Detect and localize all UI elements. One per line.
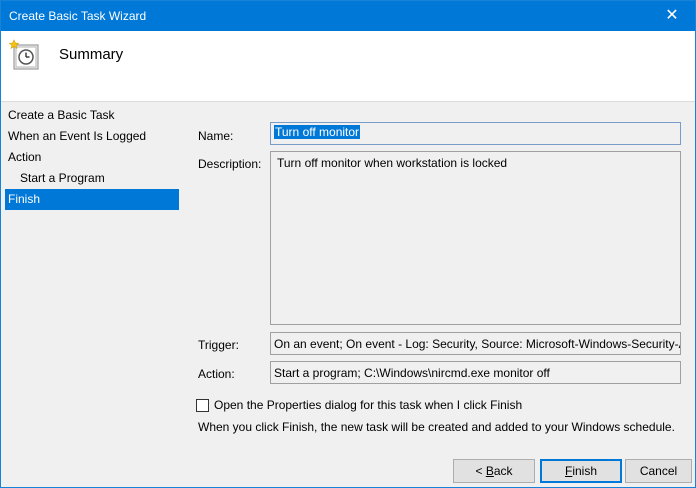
page-title: Summary [59, 46, 124, 63]
scheduled-task-clock-icon [9, 39, 39, 70]
open-properties-label[interactable]: Open the Properties dialog for this task… [214, 398, 522, 412]
back-button[interactable]: < Back [453, 459, 535, 483]
back-button-accesskey: B [485, 464, 494, 478]
action-field[interactable]: Start a program; C:\Windows\nircmd.exe m… [270, 361, 681, 384]
title-bar[interactable]: Create Basic Task Wizard ✕ [1, 1, 695, 31]
cancel-button[interactable]: Cancel [625, 459, 692, 483]
description-label: Description: [198, 157, 262, 171]
nav-step-action[interactable]: Action [5, 147, 179, 168]
wizard-steps-nav: Create a Basic Task When an Event Is Log… [5, 105, 179, 210]
back-button-label: ack [493, 464, 513, 478]
action-label: Action: [198, 367, 235, 381]
finish-note: When you click Finish, the new task will… [198, 420, 675, 434]
window-title: Create Basic Task Wizard [9, 9, 147, 23]
back-button-prefix: < [475, 464, 486, 478]
name-field[interactable]: Turn off monitor [270, 122, 681, 145]
nav-step-when-event-logged[interactable]: When an Event Is Logged [5, 126, 179, 147]
nav-step-create-basic-task[interactable]: Create a Basic Task [5, 105, 179, 126]
trigger-field[interactable]: On an event; On event - Log: Security, S… [270, 332, 681, 355]
name-label: Name: [198, 129, 234, 143]
finish-button-label: inish [572, 464, 598, 478]
finish-button[interactable]: Finish [540, 459, 622, 483]
name-value: Turn off monitor [274, 125, 361, 139]
description-field[interactable]: Turn off monitor when workstation is loc… [270, 151, 681, 325]
close-icon[interactable]: ✕ [649, 1, 695, 31]
trigger-label: Trigger: [198, 338, 239, 352]
nav-step-finish[interactable]: Finish [5, 189, 179, 210]
wizard-window: Create Basic Task Wizard ✕ Summary Creat… [0, 0, 696, 488]
nav-step-start-program[interactable]: Start a Program [5, 168, 179, 189]
wizard-header: Summary [1, 31, 695, 102]
open-properties-checkbox[interactable] [196, 399, 209, 412]
